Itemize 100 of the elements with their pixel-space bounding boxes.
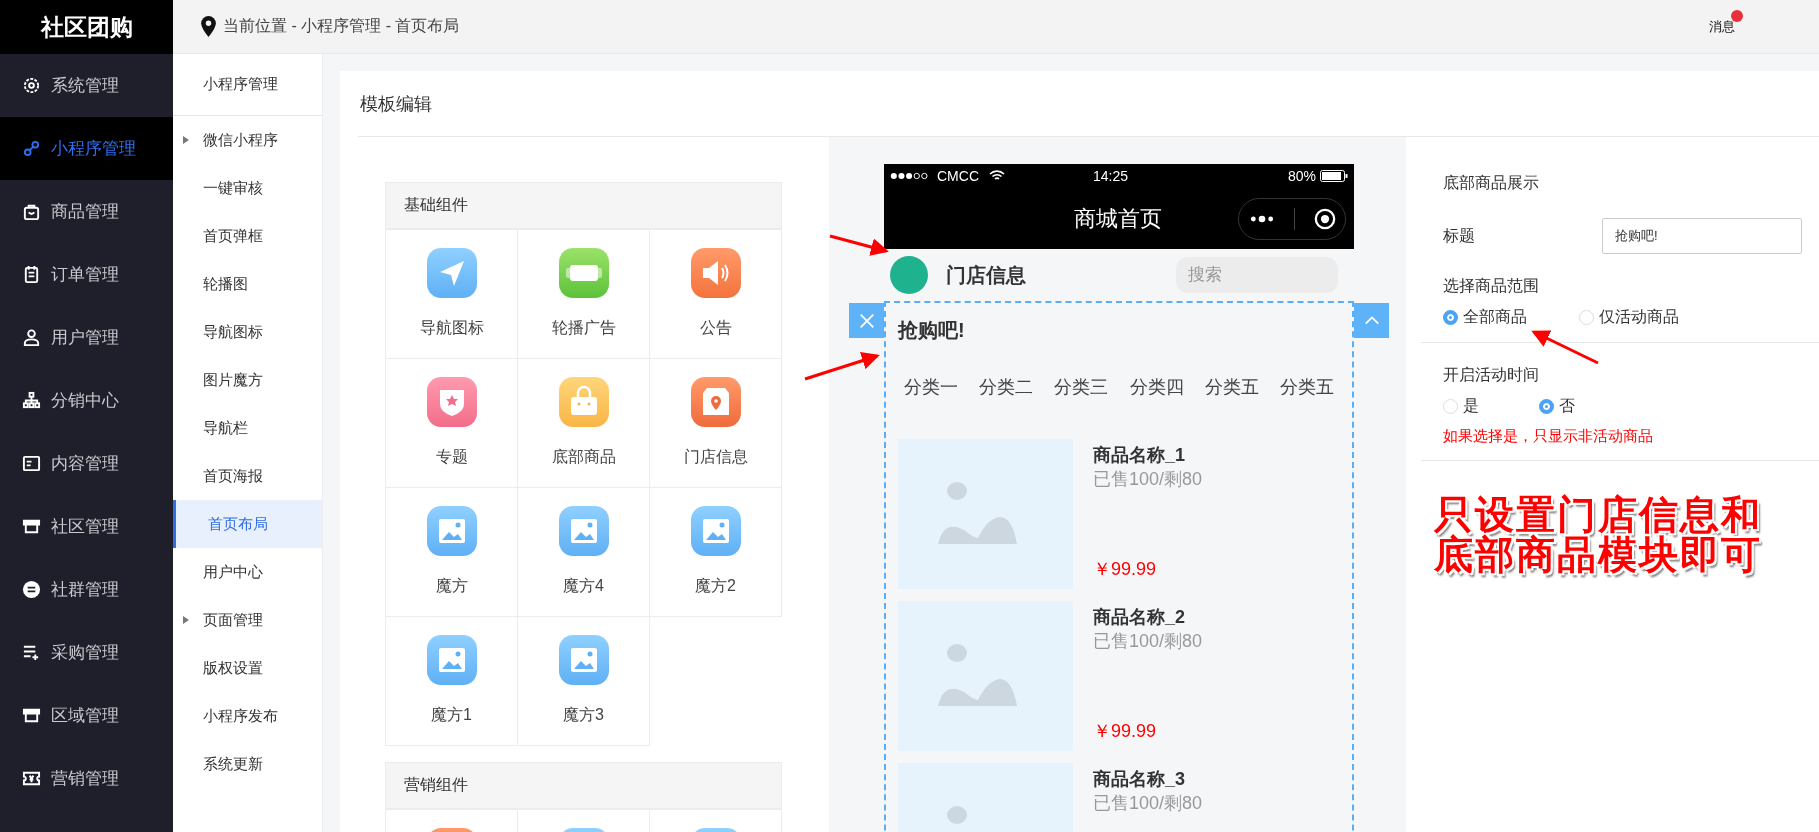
user-icon — [22, 328, 41, 347]
nav-item[interactable]: 营销管理 — [0, 747, 173, 810]
shop-icon — [690, 377, 741, 427]
block-title: 抢购吧! — [898, 318, 966, 343]
component-label: 魔方 — [435, 576, 468, 596]
subnav-item[interactable]: 版权设置 — [173, 644, 322, 692]
minus-icon — [22, 580, 41, 599]
product-price: ￥99.99 — [1093, 720, 1158, 743]
title-input[interactable]: 抢购吧! — [1602, 218, 1802, 254]
nav-icon — [426, 248, 477, 298]
bag-icon — [22, 202, 41, 221]
subnav-title: 小程序管理 — [173, 54, 322, 116]
product-stock: 已售100/剩80 — [1093, 792, 1203, 815]
annotation-arrow — [829, 234, 889, 256]
org-icon — [22, 391, 41, 410]
nav-item[interactable]: 分销中心 — [0, 369, 173, 432]
category-tab[interactable]: 分类四 — [1129, 375, 1184, 399]
move-up-button[interactable] — [1354, 303, 1389, 338]
category-tab[interactable]: 分类二 — [979, 375, 1034, 399]
subnav-item[interactable]: 图片魔方 — [173, 356, 322, 404]
field-label: 标题 — [1443, 225, 1476, 246]
nav-item[interactable]: 区域管理 — [0, 684, 173, 747]
nav-item[interactable]: 用户管理 — [0, 306, 173, 369]
component-tile[interactable]: 魔方1 — [385, 616, 518, 746]
radio-option[interactable]: 全部商品 — [1443, 307, 1527, 328]
category-tab[interactable]: 分类五 — [1204, 375, 1259, 399]
subnav-item[interactable]: 小程序发布 — [173, 692, 322, 740]
nav-item[interactable]: 订单管理 — [0, 243, 173, 306]
field-label: 选择商品范围 — [1443, 276, 1539, 296]
product-name: 商品名称_2 — [1093, 606, 1187, 629]
subnav-item[interactable]: 首页布局 — [173, 500, 322, 548]
nav-item[interactable]: 采购管理 — [0, 621, 173, 684]
radio-option[interactable]: 仅活动商品 — [1579, 307, 1679, 328]
ticket-icon — [22, 769, 41, 788]
store-icon — [22, 706, 41, 725]
component-label: 导航图标 — [419, 318, 484, 338]
image-icon — [558, 506, 609, 556]
close-icon — [857, 311, 876, 330]
component-label: 魔方3 — [563, 705, 604, 725]
store-icon — [22, 517, 41, 536]
subnav-item[interactable]: 页面管理 — [173, 596, 322, 644]
page-title: 商城首页 — [1074, 204, 1162, 233]
subnav-item[interactable]: 导航图标 — [173, 308, 322, 356]
nav-item[interactable]: 系统管理 — [0, 54, 173, 117]
subnav-item[interactable]: 导航栏 — [173, 404, 322, 452]
subnav-item[interactable]: 轮播图 — [173, 260, 322, 308]
nav-item[interactable]: 内容管理 — [0, 432, 173, 495]
goods-icon — [558, 377, 609, 427]
subnav-item[interactable]: 一键审核 — [173, 164, 322, 212]
clipboard-icon — [22, 265, 41, 284]
category-tab[interactable]: 分类三 — [1054, 375, 1109, 399]
subnav-item[interactable]: 首页弹框 — [173, 212, 322, 260]
radio-option[interactable]: 否 — [1539, 396, 1575, 417]
category-tab[interactable]: 分类一 — [904, 375, 958, 399]
nav-item[interactable]: 社区管理 — [0, 495, 173, 558]
nav-item[interactable]: 小程序管理 — [0, 117, 173, 180]
subnav-item[interactable]: 用户中心 — [173, 548, 322, 596]
nav-item[interactable]: 商品管理 — [0, 180, 173, 243]
component-tile[interactable]: 魔方3 — [517, 616, 650, 746]
messages-link[interactable]: 消息 — [1709, 17, 1735, 36]
component-tile[interactable]: 公告 — [649, 229, 782, 359]
store-avatar — [890, 256, 928, 294]
component-tile[interactable]: 魔方2 — [649, 487, 782, 617]
link-icon — [22, 139, 41, 158]
brand-logo: 社区团购 — [0, 0, 173, 54]
category-tab[interactable]: 分类五 — [1279, 375, 1334, 399]
subnav-item[interactable]: 首页海报 — [173, 452, 322, 500]
annotation-text: 只设置门店信息和 底部商品模块即可 — [1434, 495, 1762, 575]
component-label: 公告 — [699, 318, 732, 338]
location-pin-icon — [200, 16, 217, 37]
carrier-name: CMCC — [937, 168, 979, 184]
topic-icon — [426, 377, 477, 427]
notice-icon — [690, 248, 741, 298]
product-stock: 已售100/剩80 — [1093, 468, 1203, 491]
settings-heading: 底部商品展示 — [1443, 173, 1540, 193]
subnav-item[interactable]: 系统更新 — [173, 740, 322, 788]
search-field[interactable]: 搜索 — [1176, 257, 1338, 293]
radio-option[interactable]: 是 — [1443, 396, 1479, 417]
image-icon — [690, 506, 741, 556]
component-tile[interactable]: 导航图标 — [385, 229, 518, 359]
wifi-icon — [989, 170, 1005, 182]
battery-icon — [1320, 170, 1348, 182]
product-stock: 已售100/剩80 — [1093, 630, 1203, 653]
news-icon — [22, 454, 41, 473]
product-price: ￥99.99 — [1093, 558, 1158, 581]
hint-text: 如果选择是，只显示非活动商品 — [1443, 427, 1654, 446]
component-label: 魔方2 — [695, 576, 736, 596]
banner-icon — [558, 248, 609, 298]
battery-percent: 80% — [1287, 168, 1316, 184]
component-label: 魔方1 — [431, 705, 472, 725]
image-icon — [426, 506, 477, 556]
nav-item[interactable]: 社群管理 — [0, 558, 173, 621]
more-icon — [1248, 213, 1275, 224]
store-name: 门店信息 — [946, 262, 1026, 288]
component-label: 专题 — [435, 447, 468, 467]
subnav-item[interactable]: 微信小程序 — [173, 116, 322, 164]
close-button[interactable] — [849, 303, 884, 338]
listplus-icon — [22, 643, 41, 662]
component-label: 门店信息 — [683, 447, 748, 467]
component-label: 魔方4 — [563, 576, 604, 596]
